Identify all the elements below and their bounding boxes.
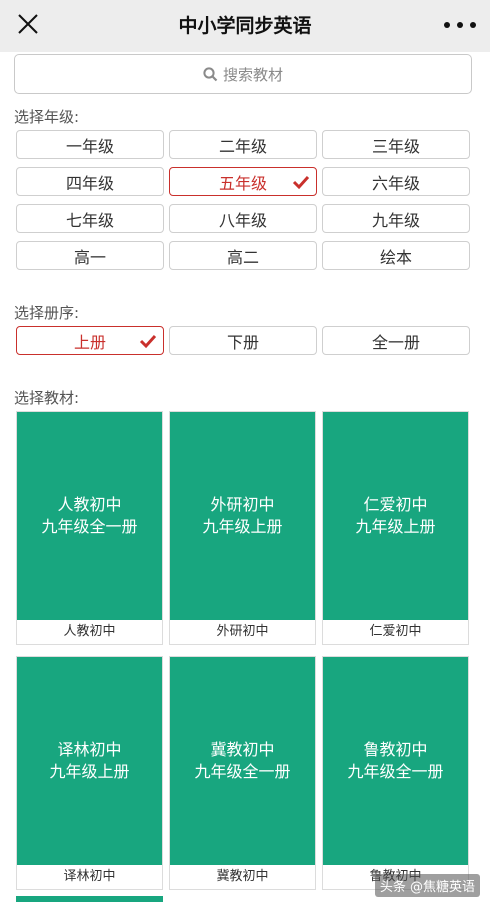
textbook-card-lujiao[interactable]: 鲁教初中 九年级全一册 鲁教初中 [322,656,469,890]
textbook-card-jijiao[interactable]: 冀教初中 九年级全一册 冀教初中 [169,656,316,890]
grade-option-9[interactable]: 九年级 [322,204,470,233]
next-textbook-card-peek[interactable] [16,896,163,902]
grade-option-5[interactable]: 五年级 [169,167,317,196]
grade-option-12[interactable]: 绘本 [322,241,470,270]
grade-option-label: 八年级 [218,210,267,230]
grade-option-label: 九年级 [371,210,420,230]
textbook-name: 外研初中 [216,624,269,639]
grade-option-label: 七年级 [65,210,114,230]
textbook-card-renai[interactable]: 仁爱初中 九年级上册 仁爱初中 [322,411,469,645]
textbook-card-yilin[interactable]: 译林初中 九年级上册 译林初中 [16,656,163,890]
grade-option-8[interactable]: 八年级 [169,204,317,233]
textbook-cover: 人教初中 九年级全一册 [17,412,162,620]
grade-option-11[interactable]: 高二 [169,241,317,270]
grade-option-label: 高二 [226,247,259,267]
cover-subtitle: 九年级全一册 [194,762,291,781]
search-placeholder: 搜索教材 [222,65,283,84]
textbook-section-label: 选择教材: [14,389,80,407]
cover-title: 鲁教初中 [363,740,428,759]
search-input[interactable]: 搜索教材 [14,54,472,94]
grade-option-3[interactable]: 三年级 [322,130,470,159]
textbook-name: 人教初中 [63,624,116,639]
textbook-cover: 冀教初中 九年级全一册 [170,657,315,865]
volume-option-label: 全一册 [371,332,420,352]
cover-title: 外研初中 [210,495,275,514]
textbook-cover: 译林初中 九年级上册 [17,657,162,865]
volume-option-label: 下册 [226,332,259,352]
cover-title: 人教初中 [57,495,122,514]
textbook-cover: 鲁教初中 九年级全一册 [323,657,468,865]
grade-option-label: 一年级 [65,136,114,156]
volume-option-1[interactable]: 上册 [16,326,164,355]
search-icon [203,66,218,81]
cover-subtitle: 九年级全一册 [41,517,138,536]
cover-subtitle: 九年级上册 [49,762,130,781]
cover-subtitle: 九年级全一册 [347,762,444,781]
grade-option-label: 高一 [73,247,106,267]
grade-option-label: 六年级 [371,173,420,193]
textbook-card-waiyan[interactable]: 外研初中 九年级上册 外研初中 [169,411,316,645]
page-title: 中小学同步英语 [178,15,312,37]
textbook-cover: 外研初中 九年级上册 [170,412,315,620]
volume-option-3[interactable]: 全一册 [322,326,470,355]
grade-option-label: 五年级 [218,173,267,193]
volume-option-2[interactable]: 下册 [169,326,317,355]
watermark: 头条 @焦糖英语 [374,874,480,897]
grade-option-10[interactable]: 高一 [16,241,164,270]
title-bar: 中小学同步英语 [0,0,490,52]
textbook-name: 冀教初中 [216,869,269,884]
cover-title: 仁爱初中 [363,495,428,514]
cover-title: 冀教初中 [210,740,275,759]
cover-subtitle: 九年级上册 [202,517,283,536]
grade-option-7[interactable]: 七年级 [16,204,164,233]
grade-option-1[interactable]: 一年级 [16,130,164,159]
textbook-card-renjiao[interactable]: 人教初中 九年级全一册 人教初中 [16,411,163,645]
grade-option-label: 绘本 [379,247,412,267]
grade-option-label: 四年级 [65,173,114,193]
textbook-name: 仁爱初中 [369,624,422,639]
volume-section-label: 选择册序: [14,304,80,322]
grade-option-label: 二年级 [218,136,267,156]
textbook-cover: 仁爱初中 九年级上册 [323,412,468,620]
grade-option-6[interactable]: 六年级 [322,167,470,196]
grade-section-label: 选择年级: [14,108,80,126]
grade-option-label: 三年级 [371,136,420,156]
check-icon [139,334,157,349]
cover-title: 译林初中 [57,740,122,759]
textbook-name: 译林初中 [63,869,116,884]
volume-option-label: 上册 [73,332,106,352]
cover-subtitle: 九年级上册 [355,517,436,536]
grade-option-4[interactable]: 四年级 [16,167,164,196]
grade-option-2[interactable]: 二年级 [169,130,317,159]
more-dots-icon[interactable] [444,20,476,30]
